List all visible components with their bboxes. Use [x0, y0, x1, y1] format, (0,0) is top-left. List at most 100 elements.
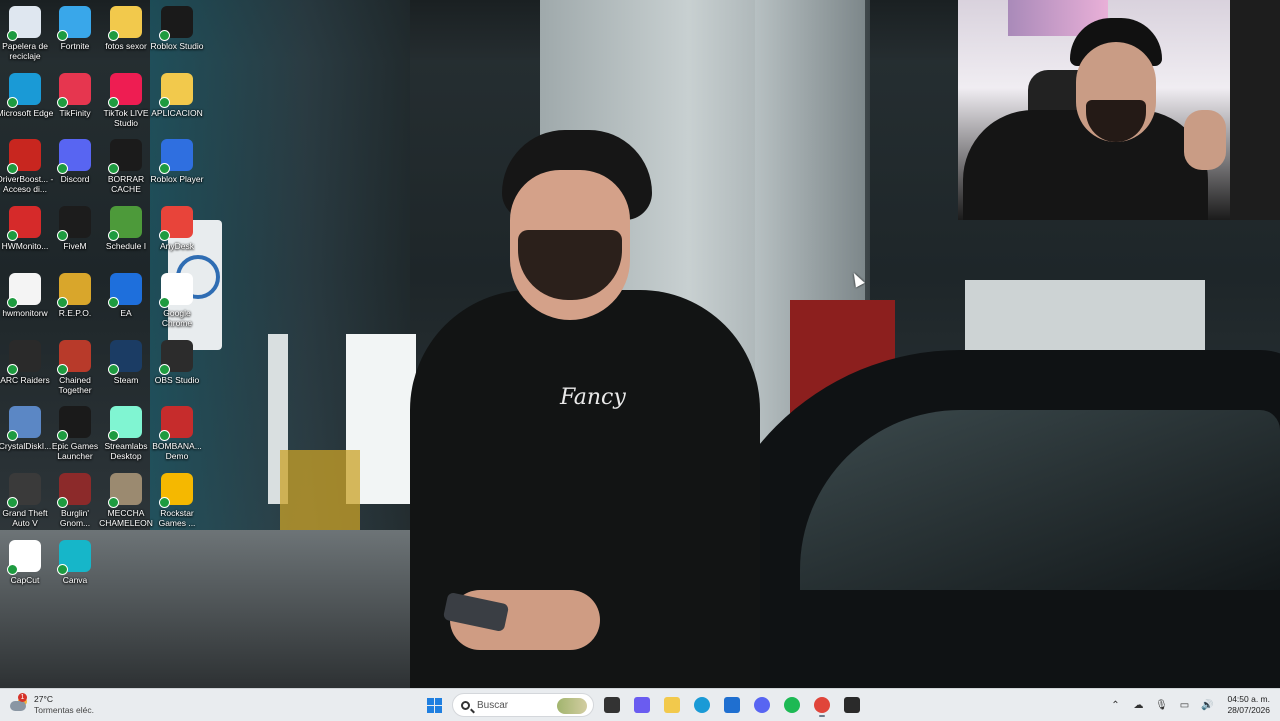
desktop-icon[interactable]: TikTok LIVE Studio: [101, 69, 151, 133]
wallpaper-yellow-pillar: [280, 450, 360, 530]
desktop-icon[interactable]: R.E.P.O.: [50, 269, 100, 333]
desktop-icon-label: R.E.P.O.: [58, 307, 92, 318]
desktop-icon[interactable]: Burglin' Gnom...: [50, 469, 100, 533]
desktop-icon[interactable]: BOMBANA... Demo: [152, 402, 202, 466]
desktop-icon-label: fotos sexor: [105, 41, 147, 51]
desktop-icon[interactable]: BORRAR CACHE: [101, 135, 151, 199]
desktop-icon-label: Chained Together: [58, 374, 92, 395]
rockstar-icon: [159, 472, 193, 508]
display-icon[interactable]: ▭: [1177, 700, 1191, 711]
desktop-icon-label: Schedule I: [105, 241, 147, 252]
taskbar-app-button[interactable]: [690, 693, 714, 717]
ea-icon: [108, 272, 142, 308]
desktop-icon[interactable]: CapCut: [0, 536, 50, 600]
desktop-icon[interactable]: Discord: [50, 135, 100, 199]
taskbar-app-button[interactable]: [810, 693, 834, 717]
desktop-icon[interactable]: TikFinity: [50, 69, 100, 133]
taskbar-app-button[interactable]: [720, 693, 744, 717]
desktop-icon[interactable]: APLICACION: [151, 69, 203, 133]
desktop-icon-label: FiveM: [63, 241, 87, 252]
desktop-icon[interactable]: EA: [101, 269, 151, 333]
chevron-up-icon[interactable]: ⌃: [1108, 700, 1122, 711]
webcam-overlay: [958, 0, 1230, 220]
desktop-icon[interactable]: Grand Theft Auto V: [0, 469, 50, 533]
taskbar-app-button[interactable]: [600, 693, 624, 717]
desktop-icon-label: AnyDesk: [159, 241, 194, 252]
weather-icon: 1: [10, 693, 28, 713]
folder-icon: [108, 6, 142, 41]
search-highlight-icon: [557, 698, 587, 714]
desktop-icon[interactable]: Epic Games Launcher: [50, 402, 100, 466]
shirt-logo: Fancy: [560, 385, 626, 410]
desktop-icon[interactable]: Roblox Studio: [151, 2, 203, 66]
folder-icon: [159, 72, 193, 108]
driver-booster-icon: [7, 139, 41, 175]
desktop-icon[interactable]: Chained Together: [50, 336, 100, 400]
store-icon: [724, 697, 740, 713]
desktop-icon[interactable]: Steam: [101, 336, 151, 400]
discord-icon: [57, 139, 91, 175]
volume-icon[interactable]: 🔊: [1200, 700, 1214, 711]
taskbar-app-button[interactable]: [660, 693, 684, 717]
tiktok-live-icon: [108, 72, 142, 108]
desktop-icon-label: Epic Games Launcher: [51, 441, 99, 462]
anydesk-icon: [159, 206, 193, 242]
discord-taskbar-icon: [754, 697, 770, 713]
taskbar-center: Buscar: [422, 689, 864, 721]
obs-icon: [159, 339, 193, 375]
desktop-icon[interactable]: Rockstar Games ...: [152, 469, 202, 533]
desktop-icon[interactable]: AnyDesk: [152, 202, 202, 266]
task-view-icon: [604, 697, 620, 713]
taskbar-app-button[interactable]: [780, 693, 804, 717]
streamlabs-icon: [108, 406, 142, 442]
cloud-sync-icon[interactable]: ☁: [1131, 700, 1145, 711]
app-badge-icon: [844, 697, 860, 713]
search-placeholder: Buscar: [477, 699, 509, 711]
desktop-icon[interactable]: CrystalDiskI...: [0, 402, 51, 466]
roblox-studio-icon: [159, 6, 193, 41]
tikfinity-icon: [57, 72, 91, 108]
search-box[interactable]: Buscar: [452, 693, 594, 717]
start-button[interactable]: [422, 693, 446, 717]
recycle-bin-icon: [7, 6, 41, 41]
crystaldisk-icon: [7, 406, 41, 442]
desktop-icons: Papelera de reciclaje Fortnite fotos sexor…: [0, 0, 210, 670]
clock[interactable]: 04:50 a. m. 28/07/2026: [1227, 694, 1270, 716]
desktop-icon-label: MECCHA CHAMELEON: [99, 507, 153, 528]
desktop-icon[interactable]: Microsoft Edge: [0, 69, 53, 133]
taskbar-app-button[interactable]: [630, 693, 654, 717]
weather-temp: 27°C: [34, 694, 53, 704]
desktop-icon-label: OBS Studio: [154, 374, 200, 385]
desktop-icon[interactable]: Fortnite: [50, 2, 100, 66]
wallpaper-glass: [965, 280, 1205, 360]
desktop-icon[interactable]: Google Chrome: [152, 269, 202, 333]
desktop-icon[interactable]: fotos sexor: [101, 2, 151, 66]
desktop-icon-label: Discord: [60, 174, 90, 185]
desktop-icon-label: Steam: [113, 374, 139, 385]
epic-games-icon: [57, 406, 91, 442]
edge-icon: [7, 72, 41, 108]
weather-widget[interactable]: 1 27°C Tormentas eléc.: [10, 689, 94, 721]
desktop-icon[interactable]: MECCHA CHAMELEON: [99, 469, 153, 533]
windows-logo-icon: [426, 697, 442, 713]
desktop-icon[interactable]: DriverBoost... - Acceso di...: [0, 135, 53, 199]
microphone-icon[interactable]: 🎙: [1154, 700, 1168, 711]
desktop-icon-label: APLICACION: [151, 107, 203, 118]
desktop-icon[interactable]: HWMonito...: [0, 202, 50, 266]
desktop-icon[interactable]: Schedule I: [101, 202, 151, 266]
desktop-icon[interactable]: Papelera de reciclaje: [0, 2, 50, 66]
fivem-icon: [57, 206, 91, 242]
desktop-icon[interactable]: FiveM: [50, 202, 100, 266]
repo-icon: [57, 272, 91, 308]
desktop-icon[interactable]: OBS Studio: [152, 336, 202, 400]
schedule-i-icon: [108, 206, 142, 242]
taskbar-app-button[interactable]: [840, 693, 864, 717]
desktop-icon[interactable]: Canva: [50, 536, 100, 600]
desktop-icon-label: EA: [120, 307, 132, 318]
desktop-icon[interactable]: Roblox Player: [151, 135, 203, 199]
desktop-icon[interactable]: ARC Raiders: [0, 336, 50, 400]
taskbar-app-button[interactable]: [750, 693, 774, 717]
desktop-icon[interactable]: hwmonitorw: [0, 269, 50, 333]
desktop-icon[interactable]: Streamlabs Desktop: [101, 402, 151, 466]
search-icon: [461, 700, 470, 710]
